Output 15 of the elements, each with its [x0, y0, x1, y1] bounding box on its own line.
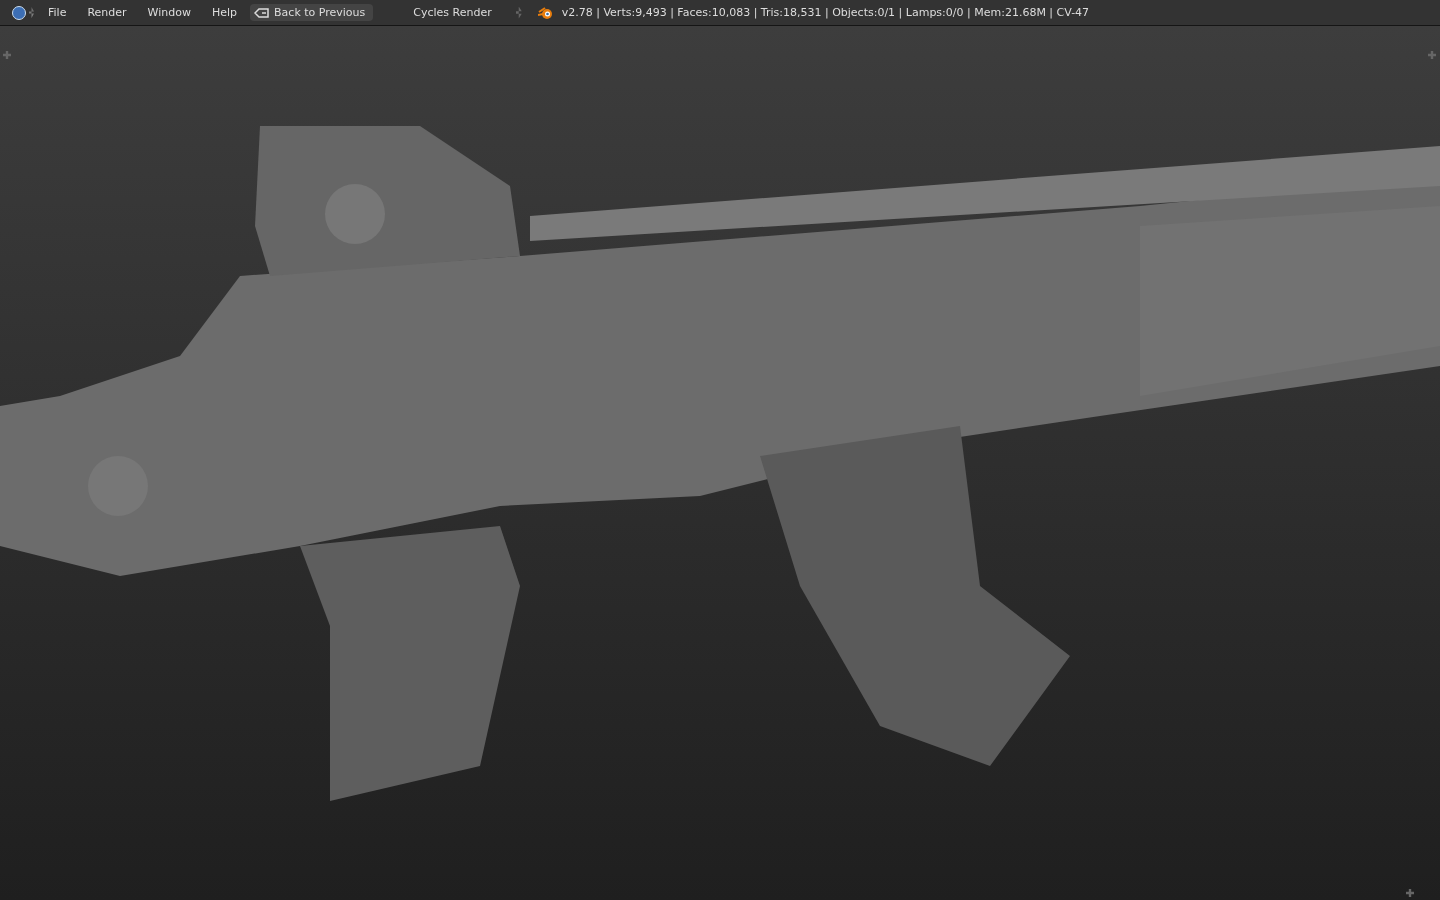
back-arrow-icon: [254, 6, 271, 19]
menu-item[interactable]: Help: [211, 6, 238, 19]
info-icon[interactable]: [12, 5, 26, 20]
menu-item[interactable]: Render: [87, 6, 127, 19]
render-engine-dropdown[interactable]: Cycles Render: [409, 4, 526, 21]
plus-icon[interactable]: [1428, 51, 1436, 59]
menu-item[interactable]: File: [48, 6, 67, 19]
scene-statistics: v2.78 | Verts:9,493 | Faces:10,083 | Tris:18,531 | Objects:0/1 | Lamps:0/0 | Mem:21.68M | CV-47: [561, 6, 1090, 19]
up-down-arrows-icon[interactable]: [29, 7, 34, 18]
app-logo-icon: [537, 5, 554, 20]
back-to-previous-button[interactable]: Back to Previous: [250, 4, 374, 21]
plus-icon[interactable]: [1406, 889, 1414, 897]
plus-icon[interactable]: [3, 51, 11, 59]
3d-viewport[interactable]: [0, 26, 1440, 900]
menu-item[interactable]: Window: [147, 6, 191, 19]
